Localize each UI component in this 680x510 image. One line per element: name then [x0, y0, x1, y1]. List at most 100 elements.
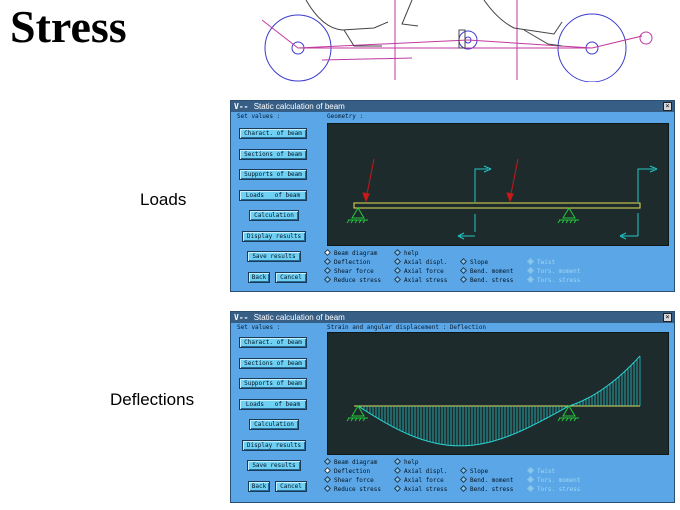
option-shear-force[interactable]: Shear force	[323, 475, 374, 485]
deflection-hatching	[360, 356, 641, 446]
option-axial-stress[interactable]: Axial stress	[393, 484, 447, 494]
radio-diamond-icon	[526, 257, 535, 266]
load-arrow-2	[506, 158, 519, 203]
option-tors-moment: Tors. moment	[526, 475, 580, 485]
radio-diamond-icon	[526, 484, 535, 493]
set-values-header: Set values :	[237, 113, 281, 120]
option-axial-force[interactable]: Axial force	[393, 266, 444, 276]
deflection-canvas[interactable]	[327, 332, 669, 455]
radio-diamond-icon	[393, 248, 402, 257]
bicycle-drawing	[262, 0, 653, 82]
radio-diamond-icon	[459, 257, 468, 266]
option-reduce-stress[interactable]: Reduce stress	[323, 484, 381, 494]
radio-diamond-icon	[323, 466, 332, 475]
option-shear-force[interactable]: Shear force	[323, 266, 374, 276]
radio-diamond-icon	[393, 457, 402, 466]
sections-of-beam-button[interactable]: Sections of beam	[239, 149, 307, 160]
save-results-button[interactable]: Save results	[247, 251, 301, 262]
display-results-button[interactable]: Display results	[242, 231, 306, 242]
app-logo: V--	[234, 313, 249, 322]
radio-diamond-icon	[323, 248, 332, 257]
set-values-header: Set values :	[237, 324, 281, 331]
radio-diamond-icon	[323, 257, 332, 266]
radio-diamond-icon	[459, 484, 468, 493]
radio-diamond-icon	[323, 475, 332, 484]
option-deflection[interactable]: Deflection	[323, 257, 370, 267]
beam-window-loads: V-- Static calculation of beam × Set val…	[230, 100, 675, 292]
radio-diamond-icon	[459, 475, 468, 484]
app-logo: V--	[234, 102, 249, 111]
canvas-header: Strain and angular displacement : Deflec…	[327, 324, 486, 331]
close-button[interactable]: ×	[663, 102, 672, 111]
window-titlebar[interactable]: V-- Static calculation of beam ×	[231, 312, 674, 323]
back-button[interactable]: Back	[248, 272, 270, 283]
option-bend-stress[interactable]: Bend. stress	[459, 275, 513, 285]
calculation-button[interactable]: Calculation	[249, 419, 299, 430]
window-title: Static calculation of beam	[253, 102, 345, 111]
radio-diamond-icon	[526, 475, 535, 484]
option-deflection[interactable]: Deflection	[323, 466, 370, 476]
cancel-button[interactable]: Cancel	[275, 481, 307, 492]
close-icon: ×	[665, 102, 670, 110]
close-button[interactable]: ×	[663, 313, 672, 322]
option-axial-stress[interactable]: Axial stress	[393, 275, 447, 285]
calculation-button[interactable]: Calculation	[249, 210, 299, 221]
loads-of-beam-button[interactable]: Loads of beam	[239, 399, 307, 410]
radio-diamond-icon	[323, 484, 332, 493]
charact-of-beam-button[interactable]: Charact. of beam	[239, 128, 307, 139]
cancel-button[interactable]: Cancel	[275, 272, 307, 283]
charact-of-beam-button[interactable]: Charact. of beam	[239, 337, 307, 348]
radio-diamond-icon	[459, 275, 468, 284]
option-beam-diagram[interactable]: Beam diagram	[323, 457, 377, 467]
window-title: Static calculation of beam	[253, 313, 345, 322]
radio-diamond-icon	[393, 266, 402, 275]
loads-label: Loads	[140, 190, 187, 209]
beam-geometry-plot	[346, 158, 658, 240]
option-tors-stress: Tors. stress	[526, 484, 580, 494]
radio-diamond-icon	[526, 266, 535, 275]
supports-of-beam-button[interactable]: Supports of beam	[239, 378, 307, 389]
option-twist: Twist	[526, 257, 555, 267]
canvas-header: Geometry :	[327, 113, 364, 120]
back-button[interactable]: Back	[248, 481, 270, 492]
radio-diamond-icon	[393, 257, 402, 266]
display-results-button[interactable]: Display results	[242, 440, 306, 451]
save-results-button[interactable]: Save results	[247, 460, 301, 471]
result-options: Beam diagram help Deflection Axial displ…	[323, 248, 674, 290]
beam-geometry-canvas[interactable]	[327, 123, 669, 246]
supports-of-beam-button[interactable]: Supports of beam	[239, 169, 307, 180]
loads-of-beam-button[interactable]: Loads of beam	[239, 190, 307, 201]
beam	[353, 202, 641, 209]
support-right	[557, 207, 579, 224]
radio-diamond-icon	[393, 484, 402, 493]
option-axial-displ[interactable]: Axial displ.	[393, 466, 447, 476]
radio-diamond-icon	[459, 466, 468, 475]
beam-window-deflections: V-- Static calculation of beam × Set val…	[230, 311, 675, 503]
radio-diamond-icon	[393, 275, 402, 284]
radio-diamond-icon	[526, 275, 535, 284]
option-bend-stress[interactable]: Bend. stress	[459, 484, 513, 494]
option-slope[interactable]: Slope	[459, 257, 488, 267]
radio-diamond-icon	[323, 457, 332, 466]
window-titlebar[interactable]: V-- Static calculation of beam ×	[231, 101, 674, 112]
load-arrow-1	[362, 158, 375, 203]
option-bend-moment[interactable]: Bend. moment	[459, 266, 513, 276]
support-left	[346, 207, 368, 224]
option-tors-moment: Tors. moment	[526, 266, 580, 276]
result-options: Beam diagram help Deflection Axial displ…	[323, 457, 674, 499]
radio-diamond-icon	[323, 266, 332, 275]
sections-of-beam-button[interactable]: Sections of beam	[239, 358, 307, 369]
option-slope[interactable]: Slope	[459, 466, 488, 476]
option-beam-diagram[interactable]: Beam diagram	[323, 248, 377, 258]
option-axial-force[interactable]: Axial force	[393, 475, 444, 485]
radio-diamond-icon	[393, 466, 402, 475]
option-help[interactable]: help	[393, 248, 418, 258]
option-axial-displ[interactable]: Axial displ.	[393, 257, 447, 267]
option-help[interactable]: help	[393, 457, 418, 467]
option-reduce-stress[interactable]: Reduce stress	[323, 275, 381, 285]
slide-title: Stress	[10, 1, 127, 52]
option-tors-stress: Tors. stress	[526, 275, 580, 285]
deflection-plot	[346, 355, 641, 447]
radio-diamond-icon	[459, 266, 468, 275]
option-bend-moment[interactable]: Bend. moment	[459, 475, 513, 485]
